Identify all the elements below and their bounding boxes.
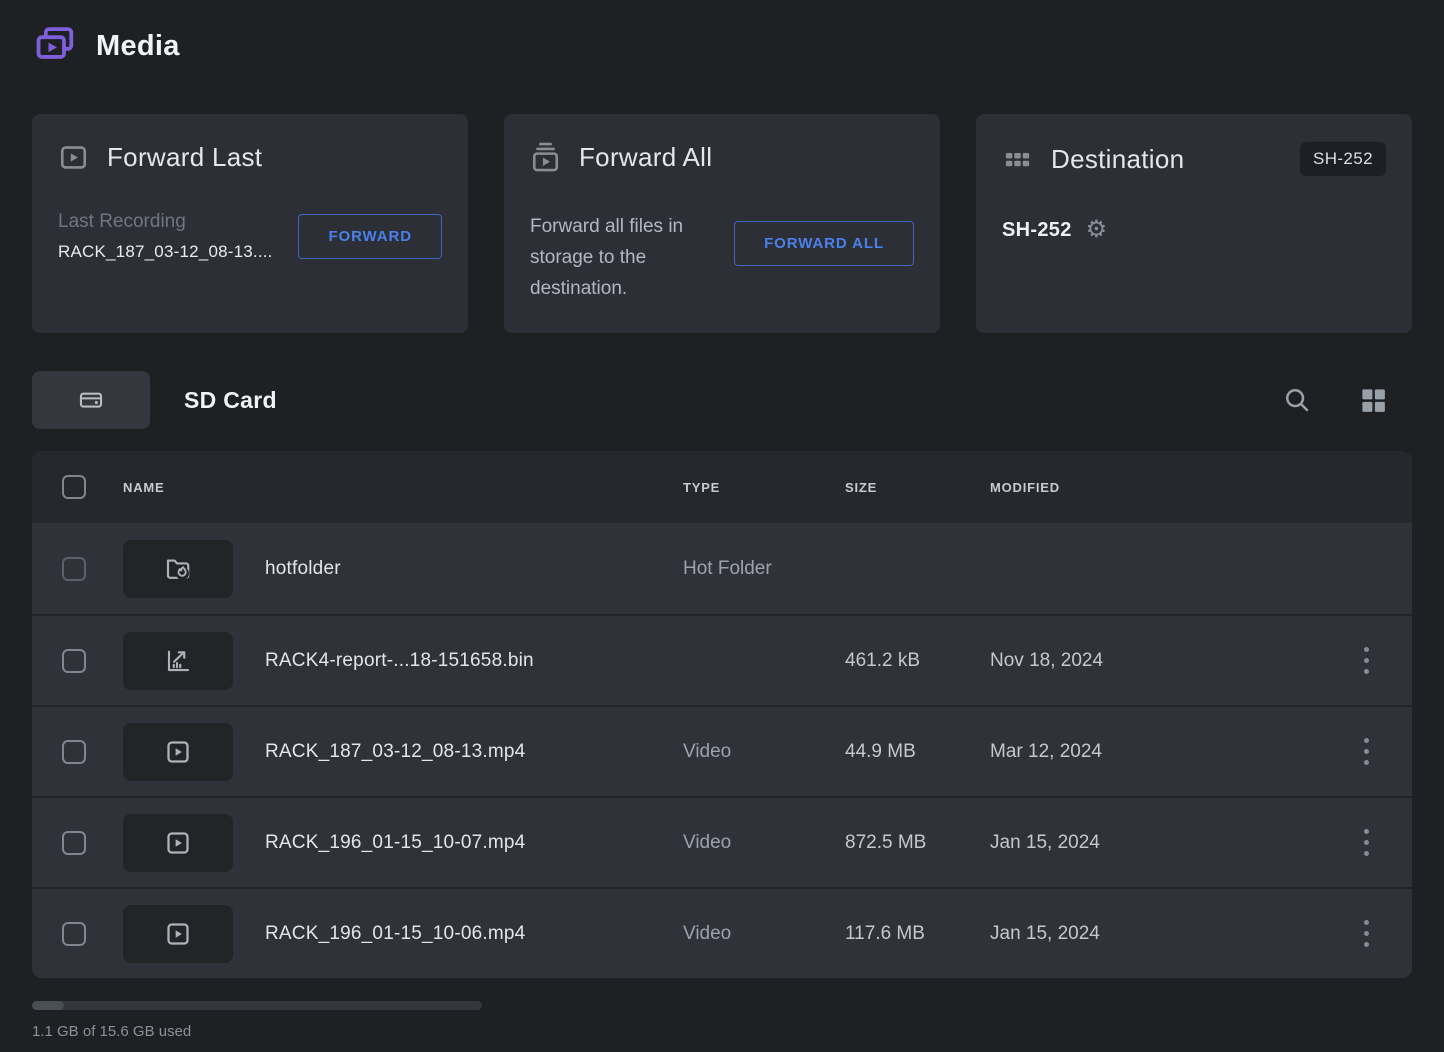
destination-value: SH-252 xyxy=(1002,219,1072,242)
cell-modified: Jan 15, 2024 xyxy=(990,832,1320,854)
destination-badge: SH-252 xyxy=(1300,142,1386,176)
cell-name: RACK_187_03-12_08-13.mp4 xyxy=(265,741,683,763)
storage-usage-bar xyxy=(32,1001,482,1010)
hot-folder-icon xyxy=(163,554,193,584)
video-icon xyxy=(163,737,193,767)
kebab-menu-icon[interactable] xyxy=(1346,820,1386,866)
media-page: Media Forward Last Last Recording RACK_1… xyxy=(0,0,1444,1040)
grid-view-icon xyxy=(1358,385,1388,415)
forward-all-description: Forward all files in storage to the dest… xyxy=(530,211,734,304)
gear-icon[interactable]: ⚙ xyxy=(1086,218,1108,242)
column-header-name: NAME xyxy=(123,480,683,495)
report-icon xyxy=(163,646,193,676)
column-header-modified: MODIFIED xyxy=(990,480,1320,495)
sd-card-icon xyxy=(77,386,105,414)
storage-usage-text: 1.1 GB of 15.6 GB used xyxy=(32,1023,1412,1040)
storage-usage: 1.1 GB of 15.6 GB used xyxy=(32,1001,1412,1040)
storage-usage-fill xyxy=(32,1001,64,1010)
action-cards: Forward Last Last Recording RACK_187_03-… xyxy=(32,114,1412,333)
forward-all-card: Forward All Forward all files in storage… xyxy=(504,114,940,333)
search-icon xyxy=(1282,385,1312,415)
table-row[interactable]: RACK_187_03-12_08-13.mp4 Video 44.9 MB M… xyxy=(32,705,1412,796)
video-icon xyxy=(163,919,193,949)
last-recording-filename: RACK_187_03-12_08-13.... xyxy=(58,242,273,262)
grid-view-button[interactable] xyxy=(1358,385,1388,415)
column-header-type: TYPE xyxy=(683,480,845,495)
row-checkbox[interactable] xyxy=(62,740,86,764)
file-thumbnail xyxy=(123,540,233,598)
row-checkbox[interactable] xyxy=(62,831,86,855)
row-checkbox[interactable] xyxy=(62,557,86,581)
table-row[interactable]: RACK_196_01-15_10-06.mp4 Video 117.6 MB … xyxy=(32,887,1412,978)
cell-size: 117.6 MB xyxy=(845,923,990,945)
file-thumbnail xyxy=(123,814,233,872)
row-checkbox[interactable] xyxy=(62,922,86,946)
table-header: NAME TYPE SIZE MODIFIED xyxy=(32,451,1412,523)
forward-all-button[interactable]: FORWARD ALL xyxy=(734,221,914,266)
kebab-menu-icon[interactable] xyxy=(1346,638,1386,684)
file-thumbnail xyxy=(123,723,233,781)
card-title: Forward All xyxy=(579,142,712,173)
file-table: NAME TYPE SIZE MODIFIED hotfolder Hot Fo… xyxy=(32,451,1412,978)
column-header-size: SIZE xyxy=(845,480,990,495)
cell-modified: Mar 12, 2024 xyxy=(990,741,1320,763)
media-icon xyxy=(32,23,78,69)
page-title: Media xyxy=(96,30,180,63)
card-title: Forward Last xyxy=(107,142,262,173)
kebab-menu-icon[interactable] xyxy=(1346,729,1386,775)
cell-modified: Jan 15, 2024 xyxy=(990,923,1320,945)
cell-name: hotfolder xyxy=(265,558,683,580)
storage-title: SD Card xyxy=(184,387,277,414)
cell-name: RACK_196_01-15_10-07.mp4 xyxy=(265,832,683,854)
file-thumbnail xyxy=(123,905,233,963)
table-row[interactable]: RACK4-report-...18-151658.bin 461.2 kB N… xyxy=(32,614,1412,705)
cell-name: RACK4-report-...18-151658.bin xyxy=(265,650,683,672)
grid-dots-icon xyxy=(1002,144,1033,175)
cell-size: 44.9 MB xyxy=(845,741,990,763)
table-row[interactable]: RACK_196_01-15_10-07.mp4 Video 872.5 MB … xyxy=(32,796,1412,887)
cell-name: RACK_196_01-15_10-06.mp4 xyxy=(265,923,683,945)
last-recording-info: Last Recording RACK_187_03-12_08-13.... xyxy=(58,211,273,262)
cell-size: 461.2 kB xyxy=(845,650,990,672)
kebab-menu-icon[interactable] xyxy=(1346,911,1386,957)
cell-modified: Nov 18, 2024 xyxy=(990,650,1320,672)
forward-last-card: Forward Last Last Recording RACK_187_03-… xyxy=(32,114,468,333)
table-row[interactable]: hotfolder Hot Folder xyxy=(32,523,1412,614)
destination-card: Destination SH-252 SH-252 ⚙ xyxy=(976,114,1412,333)
card-title: Destination xyxy=(1051,144,1184,175)
cell-size: 872.5 MB xyxy=(845,832,990,854)
file-thumbnail xyxy=(123,632,233,690)
play-box-icon xyxy=(58,142,89,173)
forward-all-icon xyxy=(530,142,561,173)
cell-type: Video xyxy=(683,741,845,763)
sd-card-tab[interactable] xyxy=(32,371,150,429)
search-button[interactable] xyxy=(1282,385,1312,415)
last-recording-label: Last Recording xyxy=(58,211,273,233)
cell-type: Video xyxy=(683,923,845,945)
storage-section-header: SD Card xyxy=(32,371,1412,429)
select-all-checkbox[interactable] xyxy=(62,475,86,499)
row-checkbox[interactable] xyxy=(62,649,86,673)
cell-type: Video xyxy=(683,832,845,854)
forward-button[interactable]: FORWARD xyxy=(298,214,442,259)
video-icon xyxy=(163,828,193,858)
cell-type: Hot Folder xyxy=(683,558,845,580)
page-header: Media xyxy=(32,22,1412,70)
